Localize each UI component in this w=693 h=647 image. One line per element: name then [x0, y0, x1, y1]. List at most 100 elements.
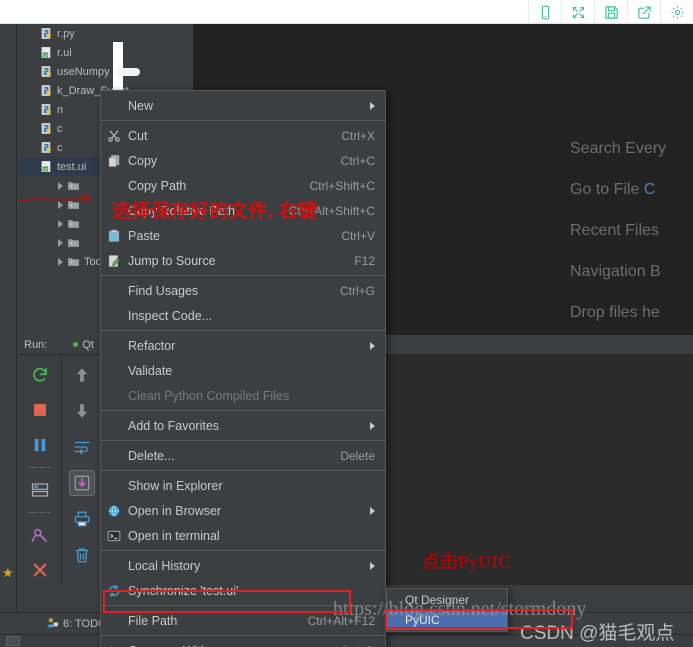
- blank-icon: [105, 387, 122, 404]
- menu-separator: [101, 410, 385, 411]
- python-file-icon: [40, 141, 53, 154]
- todo-icon: [46, 616, 59, 632]
- console-icon[interactable]: [27, 477, 53, 503]
- menu-item-cut[interactable]: Cut Ctrl+X: [101, 123, 385, 148]
- blank-icon: [105, 337, 122, 354]
- menu-item-shortcut: Ctrl+G: [339, 283, 375, 298]
- blank-icon: [105, 447, 122, 464]
- menu-item-add-to-favorites[interactable]: Add to Favorites: [101, 413, 385, 438]
- stop-icon[interactable]: [27, 397, 53, 423]
- menu-item-copy[interactable]: Copy Ctrl+C: [101, 148, 385, 173]
- run-toolbar-primary: [18, 355, 62, 585]
- toolbar-divider: [28, 467, 51, 468]
- welcome-hint-text: Navigation B: [570, 263, 661, 280]
- star-icon: ★: [2, 565, 14, 580]
- menu-item-find-usages[interactable]: Find Usages Ctrl+G: [101, 278, 385, 303]
- arrow-down-icon[interactable]: [69, 398, 95, 424]
- compare-icon: [105, 642, 122, 647]
- menu-item-shortcut: Delete: [340, 448, 375, 463]
- menu-item-open-in-terminal[interactable]: Open in terminal: [101, 523, 385, 548]
- run-label: Run:: [24, 338, 48, 351]
- tree-item[interactable]: r.py: [18, 24, 193, 43]
- tree-item[interactable]: useNumpy: [18, 62, 193, 81]
- menu-item-compare-with[interactable]: Compare With... Ctrl+D: [101, 638, 385, 647]
- chevron-right-icon: [370, 101, 375, 110]
- annotation-box-external-tools: [103, 590, 351, 613]
- menu-item-label: Find Usages: [128, 283, 199, 298]
- tree-item-label: useNumpy: [57, 65, 110, 78]
- menu-separator: [101, 275, 385, 276]
- menu-item-label: Copy: [128, 153, 158, 168]
- menu-item-label: Open in terminal: [128, 528, 220, 543]
- blank-icon: [105, 97, 122, 114]
- menu-item-shortcut: Ctrl+Shift+C: [309, 178, 375, 193]
- welcome-hint-text: Search Every: [570, 140, 667, 157]
- pause-icon[interactable]: [27, 432, 53, 458]
- menu-separator: [101, 120, 385, 121]
- settings-gear-icon[interactable]: [660, 0, 693, 24]
- paste-icon: [105, 227, 122, 244]
- annotation-select-file: 选择保存好的文件, 右键: [112, 201, 318, 222]
- print-icon[interactable]: [69, 506, 95, 532]
- menu-item-label: Open in Browser: [128, 503, 222, 518]
- menu-item-delete[interactable]: Delete... Delete: [101, 443, 385, 468]
- menu-item-copy-path[interactable]: Copy Path Ctrl+Shift+C: [101, 173, 385, 198]
- python-file-icon: [40, 122, 53, 135]
- mobile-view-icon[interactable]: [528, 0, 561, 24]
- share-icon[interactable]: [627, 0, 660, 24]
- fullscreen-icon[interactable]: [561, 0, 594, 24]
- menu-item-validate[interactable]: Validate: [101, 358, 385, 383]
- close-icon[interactable]: [27, 557, 53, 583]
- soft-wrap-icon[interactable]: [69, 434, 95, 460]
- menu-item-local-history[interactable]: Local History: [101, 553, 385, 578]
- rerun-icon[interactable]: [27, 362, 53, 388]
- menu-item-shortcut: Ctrl+D: [341, 644, 375, 647]
- cut-icon: [105, 127, 122, 144]
- folder-icon: [67, 217, 80, 230]
- folder-icon: [67, 236, 80, 249]
- blank-icon: [105, 307, 122, 324]
- menu-item-jump-to-source[interactable]: Jump to Source F12: [101, 248, 385, 273]
- scroll-to-end-icon[interactable]: [68, 470, 95, 496]
- run-toolbar-secondary: [62, 355, 102, 585]
- arrow-up-icon[interactable]: [69, 362, 95, 388]
- toolbar-divider: [28, 512, 51, 513]
- chevron-right-icon[interactable]: [58, 219, 63, 228]
- annotation-box-pyuic: [385, 609, 573, 629]
- menu-item-new[interactable]: New: [101, 93, 385, 118]
- tree-item[interactable]: Qt r.ui: [18, 43, 193, 62]
- welcome-hint-row: Recent Files: [570, 222, 693, 263]
- python-file-icon: [40, 84, 53, 97]
- resize-grip[interactable]: [6, 636, 20, 646]
- menu-item-inspect-code[interactable]: Inspect Code...: [101, 303, 385, 328]
- menu-item-label: Inspect Code...: [128, 308, 213, 323]
- redaction-mark: [118, 68, 140, 76]
- menu-item-refactor[interactable]: Refactor: [101, 333, 385, 358]
- menu-item-shortcut: Ctrl+V: [341, 228, 375, 243]
- trash-icon[interactable]: [69, 542, 95, 568]
- chevron-right-icon[interactable]: [58, 238, 63, 247]
- python-file-icon: [40, 65, 53, 78]
- save-icon[interactable]: [594, 0, 627, 24]
- context-menu[interactable]: New Cut Ctrl+X Copy Ctrl+C Copy Path Ctrl+Shif…: [100, 90, 386, 647]
- menu-item-label: Validate: [128, 363, 173, 378]
- menu-item-label: Local History: [128, 558, 201, 573]
- pin-icon[interactable]: [27, 522, 53, 548]
- blank-icon: [105, 362, 122, 379]
- chevron-right-icon: [370, 506, 375, 515]
- welcome-hint-text: Recent Files: [570, 222, 659, 239]
- welcome-hints: Search Every Go to File C Recent Files Navi…: [570, 140, 693, 345]
- top-toolbar: [0, 0, 693, 24]
- tree-item-label: test.ui: [57, 160, 87, 173]
- chevron-right-icon[interactable]: [58, 257, 63, 266]
- jump-to-source-icon: [105, 252, 122, 269]
- chevron-right-icon: [370, 561, 375, 570]
- menu-item-show-in-explorer[interactable]: Show in Explorer: [101, 473, 385, 498]
- menu-item-paste[interactable]: Paste Ctrl+V: [101, 223, 385, 248]
- tree-item-label: n: [57, 103, 64, 116]
- menu-item-clean-python-compiled-files: Clean Python Compiled Files: [101, 383, 385, 408]
- annotation-arrow: [19, 193, 91, 203]
- menu-item-open-in-browser[interactable]: Open in Browser: [101, 498, 385, 523]
- run-configuration[interactable]: Qt: [73, 339, 94, 351]
- python-file-icon: [40, 27, 53, 40]
